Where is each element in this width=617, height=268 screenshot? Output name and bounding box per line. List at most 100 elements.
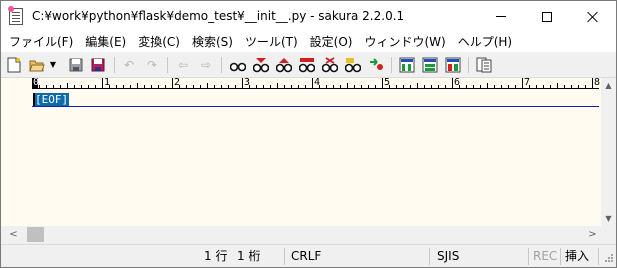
toolbar: ▼ ↶ ↷ ⇦ ⇨ bbox=[1, 52, 616, 78]
tile-icon[interactable] bbox=[421, 56, 439, 74]
search-icon[interactable] bbox=[229, 56, 247, 74]
ruler-tick bbox=[487, 83, 488, 88]
minimize-button[interactable] bbox=[478, 1, 524, 32]
ruler-tick bbox=[564, 85, 565, 88]
horizontal-scroll-thumb[interactable] bbox=[27, 227, 44, 242]
ruler-major-tick bbox=[312, 78, 313, 89]
ruler-tick bbox=[333, 85, 334, 88]
ruler-number: 1 bbox=[104, 77, 111, 88]
sakura-notepad-icon[interactable] bbox=[8, 6, 23, 25]
status-insert-mode[interactable]: 挿入 bbox=[565, 245, 589, 268]
maximize-icon bbox=[542, 11, 552, 22]
open-dropdown-icon[interactable]: ▼ bbox=[48, 56, 58, 74]
search-prev-icon[interactable] bbox=[275, 56, 293, 74]
ruler-tick bbox=[165, 85, 166, 88]
status-divider bbox=[284, 248, 285, 265]
close-icon bbox=[587, 11, 599, 23]
redo-icon[interactable]: ↷ bbox=[143, 56, 161, 74]
menu-search[interactable]: 検索(S) bbox=[186, 32, 239, 52]
menu-window[interactable]: ウィンドウ(W) bbox=[358, 32, 451, 52]
ruler-tick bbox=[347, 83, 348, 88]
horizontal-scrollbar[interactable]: < > bbox=[1, 226, 601, 243]
undo-icon[interactable]: ↶ bbox=[120, 56, 138, 74]
ruler-tick bbox=[445, 85, 446, 88]
search-next-icon[interactable] bbox=[252, 56, 270, 74]
ruler-tick bbox=[326, 85, 327, 88]
ruler-tick bbox=[515, 85, 516, 88]
scroll-down-icon[interactable]: ▼ bbox=[601, 211, 616, 226]
status-line: 1 行 bbox=[204, 249, 228, 263]
open-folder-icon[interactable] bbox=[28, 56, 46, 74]
cascade-icon[interactable] bbox=[444, 56, 462, 74]
ruler-number: 4 bbox=[314, 77, 321, 88]
tag-jump-icon[interactable] bbox=[344, 56, 362, 74]
ruler-major-tick bbox=[522, 78, 523, 89]
text-caret bbox=[33, 93, 35, 106]
ruler-tick bbox=[480, 85, 481, 88]
menu-tools[interactable]: ツール(T) bbox=[239, 32, 304, 52]
status-divider bbox=[528, 248, 529, 265]
ruler-tick bbox=[466, 85, 467, 88]
menu-convert[interactable]: 変換(C) bbox=[132, 32, 186, 52]
ruler-major-tick bbox=[172, 78, 173, 89]
toolbar-separator bbox=[391, 57, 392, 73]
vertical-scrollbar[interactable]: ▲ ▼ bbox=[601, 78, 616, 226]
ruler-tick bbox=[186, 85, 187, 88]
ruler-number: 6 bbox=[454, 77, 461, 88]
ruler-tick bbox=[207, 83, 208, 88]
ruler-tick bbox=[424, 85, 425, 88]
ruler-tick bbox=[256, 85, 257, 88]
save-icon[interactable] bbox=[67, 56, 85, 74]
ruler-major-tick bbox=[452, 78, 453, 89]
outline-icon[interactable] bbox=[367, 56, 385, 74]
compare-icon[interactable] bbox=[398, 56, 416, 74]
ruler-tick bbox=[95, 85, 96, 88]
title-bar[interactable]: C:¥work¥python¥flask¥demo_test¥__init__.… bbox=[1, 1, 616, 32]
status-encoding[interactable]: SJIS bbox=[437, 245, 459, 268]
scrollbar-corner bbox=[601, 226, 616, 243]
ruler-tick bbox=[214, 85, 215, 88]
sakura-window: C:¥work¥python¥flask¥demo_test¥__init__.… bbox=[0, 0, 617, 268]
ruler-tick bbox=[438, 85, 439, 88]
eof-marker: [EOF] bbox=[34, 93, 70, 106]
maximize-button[interactable] bbox=[524, 1, 570, 32]
ruler-baseline bbox=[32, 88, 599, 89]
ruler-number: 5 bbox=[384, 77, 391, 88]
save-all-icon[interactable] bbox=[89, 56, 107, 74]
menu-bar: ファイル(F) 編集(E) 変換(C) 検索(S) ツール(T) 設定(O) ウ… bbox=[1, 32, 616, 52]
ruler-tick bbox=[578, 85, 579, 88]
menu-edit[interactable]: 編集(E) bbox=[79, 32, 132, 52]
status-rec: REC bbox=[533, 249, 558, 263]
menu-settings[interactable]: 設定(O) bbox=[304, 32, 359, 52]
new-file-icon[interactable] bbox=[5, 56, 23, 74]
scroll-right-icon[interactable]: > bbox=[584, 226, 601, 243]
ruler-major-tick bbox=[242, 78, 243, 89]
ruler-tick bbox=[284, 85, 285, 88]
resize-grip-icon[interactable] bbox=[602, 254, 614, 266]
ruler[interactable]: 0 1 2 3 4 5 6 7 8 bbox=[1, 78, 601, 91]
settings-icon[interactable] bbox=[475, 56, 493, 74]
close-button[interactable] bbox=[570, 1, 616, 32]
jump-back-icon[interactable]: ⇦ bbox=[174, 56, 192, 74]
ruler-tick bbox=[88, 85, 89, 88]
clear-mark-icon[interactable] bbox=[321, 56, 339, 74]
ruler-tick bbox=[557, 83, 558, 88]
ruler-tick bbox=[263, 85, 264, 88]
menu-file[interactable]: ファイル(F) bbox=[3, 32, 79, 52]
status-bar: 1 行 1 桁 CRLF SJIS REC 挿入 bbox=[1, 244, 616, 267]
menu-help[interactable]: ヘルプ(H) bbox=[452, 32, 518, 52]
scroll-left-icon[interactable]: < bbox=[5, 226, 22, 243]
ruler-tick bbox=[396, 85, 397, 88]
ruler-tick bbox=[361, 85, 362, 88]
status-newline[interactable]: CRLF bbox=[291, 245, 321, 268]
jump-forward-icon[interactable]: ⇨ bbox=[197, 56, 215, 74]
text-editor-area[interactable]: [EOF] bbox=[1, 91, 601, 226]
scroll-up-icon[interactable]: ▲ bbox=[601, 78, 616, 93]
ruler-tick bbox=[53, 85, 54, 88]
ruler-tick bbox=[305, 85, 306, 88]
ruler-tick bbox=[277, 83, 278, 88]
ruler-tick bbox=[221, 85, 222, 88]
ruler-number: 8 bbox=[594, 77, 601, 88]
ruler-major-tick bbox=[592, 78, 593, 89]
grep-icon[interactable] bbox=[298, 56, 316, 74]
